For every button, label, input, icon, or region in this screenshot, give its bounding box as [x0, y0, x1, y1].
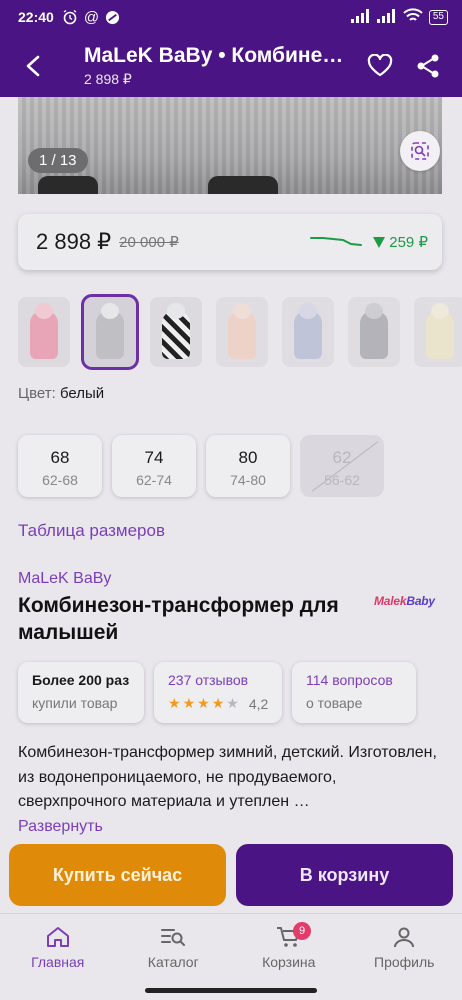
nav-catalog-label: Каталог	[147, 954, 199, 970]
size-selector: 68 62-68 74 62-74 80 74-80 62 56-62	[18, 435, 384, 497]
product-title: Комбинезон-трансформер для малышей	[18, 594, 339, 644]
status-right: 55	[350, 8, 448, 26]
at-sign-icon: @	[83, 8, 100, 26]
app-notification-icon	[105, 10, 120, 25]
reviews-card[interactable]: 237 отзывов ★ ★ ★ ★ ★ 4,2	[154, 662, 282, 723]
price-drop: 259 ₽	[373, 233, 428, 251]
down-triangle-icon	[373, 236, 386, 248]
header-title-block: MaLeK BaBy • Комбинезон-трансформер 2 89…	[84, 44, 352, 88]
rating-value: 4,2	[248, 695, 269, 712]
back-button[interactable]	[18, 50, 50, 82]
cart-badge: 9	[293, 922, 311, 940]
color-value: белый	[59, 385, 105, 402]
thumbnail-blue[interactable]	[282, 297, 334, 367]
status-bar: 22:40 @ 55	[0, 0, 462, 34]
old-price: 20 000 ₽	[119, 234, 179, 251]
add-to-cart-button[interactable]: В корзину	[236, 844, 453, 906]
buy-now-button[interactable]: Купить сейчас	[9, 844, 226, 906]
page-title: MaLeK BaBy • Комбинезон-трансформер	[84, 43, 352, 67]
size-range: 74-80	[230, 472, 266, 488]
star-empty-icon: ★	[226, 695, 239, 711]
star-icon: ★	[168, 695, 181, 711]
heart-icon	[367, 53, 393, 76]
brand-link[interactable]: MaLeK BaBy	[18, 570, 111, 588]
status-time: 22:40	[18, 9, 54, 25]
catalog-search-icon	[161, 929, 186, 946]
star-icon: ★	[211, 695, 225, 711]
rating-row: ★ ★ ★ ★ ★ 4,2	[168, 695, 268, 712]
image-search-icon	[411, 142, 429, 160]
star-icon: ★	[197, 695, 210, 711]
color-thumbnails	[18, 294, 462, 370]
expand-description-link[interactable]: Развернуть	[18, 818, 103, 836]
product-description: Комбинезон-трансформер зимний, детский. …	[18, 744, 437, 810]
signal-2-icon	[376, 8, 397, 26]
star-icon: ★	[182, 695, 196, 711]
home-indicator[interactable]	[145, 988, 317, 993]
questions-card[interactable]: 114 вопросов о товаре	[292, 662, 416, 723]
size-option-62-unavailable: 62 56-62	[300, 435, 384, 497]
wifi-icon	[403, 8, 423, 26]
app-header: MaLeK BaBy • Комбинезон-трансформер 2 89…	[0, 34, 462, 97]
thumbnail-peach[interactable]	[216, 297, 268, 367]
nav-home-label: Главная	[31, 954, 85, 970]
image-counter: 1 / 13	[28, 148, 88, 173]
nav-profile-label: Профиль	[374, 954, 435, 970]
questions-title: 114 вопросов	[306, 672, 393, 688]
current-price: 2 898 ₽	[36, 229, 112, 254]
size-label: 68	[50, 448, 70, 467]
thumbnail-white-selected[interactable]	[81, 294, 139, 370]
header-price: 2 898 ₽	[84, 70, 132, 87]
product-stats: Более 200 раз купили товар 237 отзывов ★…	[18, 662, 416, 723]
thumbnail-black-white[interactable]	[150, 297, 202, 367]
alarm-icon	[62, 9, 78, 25]
nav-cart[interactable]: 9 Корзина	[231, 914, 347, 981]
thumbnail-pink[interactable]	[18, 297, 70, 367]
size-option-74[interactable]: 74 62-74	[112, 435, 196, 497]
purchases-card: Более 200 раз купили товар	[18, 662, 144, 723]
price-history-sparkline	[310, 237, 363, 246]
top-bar: 22:40 @ 55 MaLeK BaBy • Комбинезон-транс…	[0, 0, 462, 97]
bottom-navigation: Главная Каталог 9 Корзина Профиль	[0, 913, 462, 981]
battery-icon: 55	[428, 9, 448, 25]
home-icon	[46, 927, 69, 947]
purchases-title: Более 200 раз	[32, 672, 130, 688]
size-label: 62	[332, 448, 352, 467]
brand-logo-part1: Malek	[374, 594, 407, 608]
size-option-80[interactable]: 80 74-80	[206, 435, 290, 497]
price-drop-value: 259 ₽	[389, 234, 428, 251]
brand-logo[interactable]: MalekBaby	[374, 594, 435, 608]
product-image-gallery[interactable]: 1 / 13	[18, 97, 442, 194]
price-card[interactable]: 2 898 ₽ 20 000 ₽ 259 ₽	[18, 214, 442, 270]
thumbnail-cream[interactable]	[414, 297, 462, 367]
back-arrow-icon	[26, 55, 40, 76]
purchases-sub: купили товар	[32, 695, 118, 711]
action-buttons: Купить сейчас В корзину	[9, 844, 453, 906]
size-option-68[interactable]: 68 62-68	[18, 435, 102, 497]
thumbnail-grey[interactable]	[348, 297, 400, 367]
profile-icon	[394, 927, 415, 948]
size-range: 62-68	[42, 472, 78, 488]
brand-logo-part2: Baby	[406, 594, 435, 608]
size-range: 62-74	[136, 472, 172, 488]
size-table-link[interactable]: Таблица размеров	[18, 521, 165, 541]
visual-search-button[interactable]	[400, 131, 440, 171]
reviews-title: 237 отзывов	[168, 672, 249, 688]
nav-profile[interactable]: Профиль	[347, 914, 462, 981]
questions-sub: о товаре	[306, 695, 363, 711]
share-icon	[417, 54, 439, 77]
color-label: Цвет:	[18, 385, 56, 402]
nav-home[interactable]: Главная	[0, 914, 116, 981]
nav-catalog[interactable]: Каталог	[116, 914, 232, 981]
favorite-button[interactable]	[360, 46, 400, 86]
size-label: 80	[238, 448, 258, 467]
nav-cart-label: Корзина	[262, 954, 316, 970]
share-button[interactable]	[408, 46, 448, 86]
color-row: Цвет: белый	[18, 385, 104, 402]
size-label: 74	[144, 448, 164, 467]
signal-icon	[350, 8, 371, 26]
size-range: 56-62	[324, 472, 360, 488]
